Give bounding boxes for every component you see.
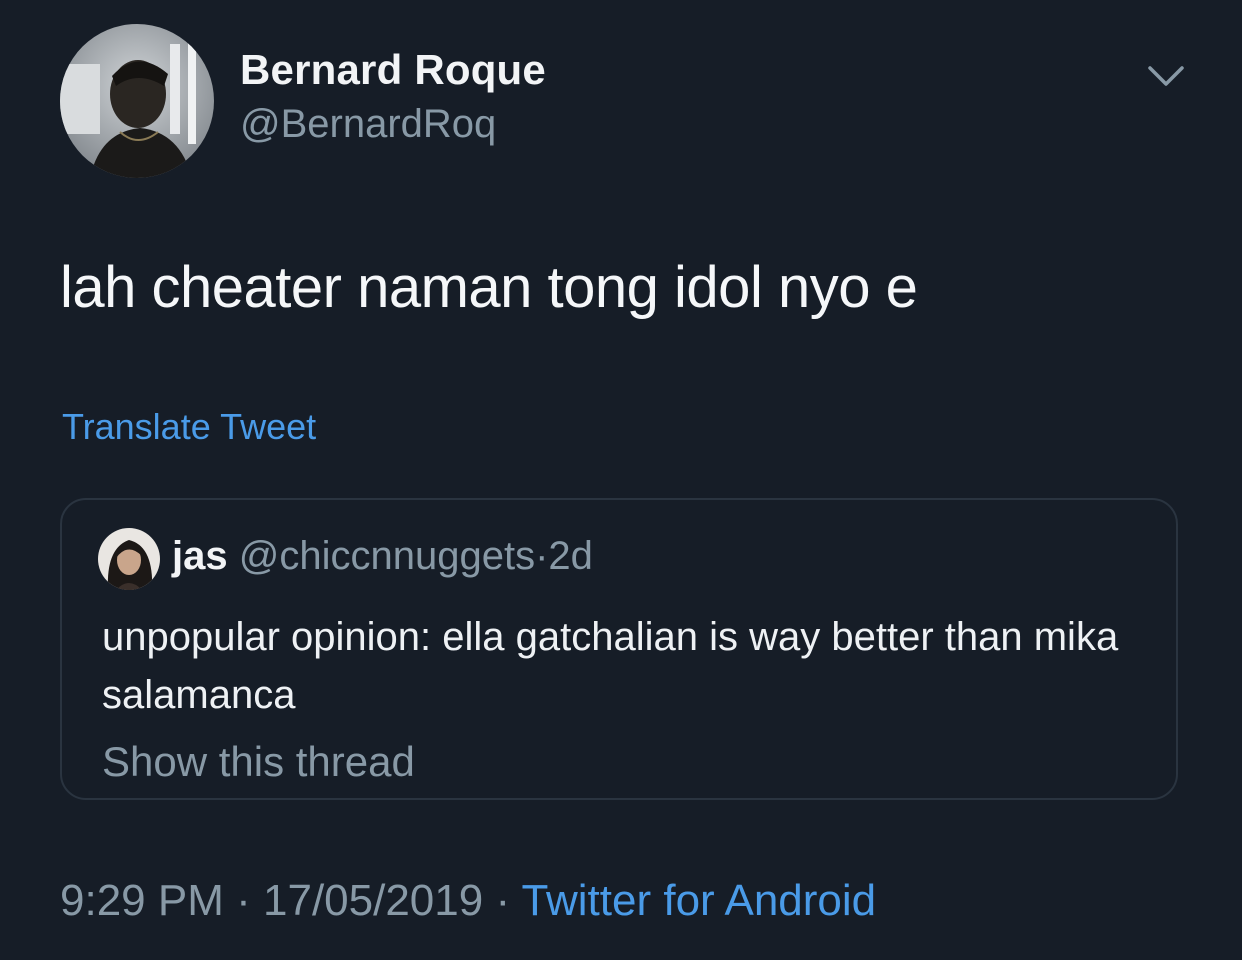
- quoted-tweet-card[interactable]: jas @chiccnnuggets·2d unpopular opinion:…: [60, 498, 1178, 800]
- profile-photo-icon: [98, 528, 160, 590]
- tweet-date: 17/05/2019: [263, 876, 484, 925]
- quoted-timestamp[interactable]: 2d: [548, 534, 593, 578]
- tweet-time: 9:29 PM: [60, 876, 224, 925]
- quoted-header: jas @chiccnnuggets·2d: [172, 534, 593, 579]
- quoted-author-avatar[interactable]: [98, 528, 160, 590]
- quoted-author-handle[interactable]: @chiccnnuggets: [239, 534, 535, 578]
- profile-photo-icon: [60, 24, 214, 178]
- separator-dot: ·: [535, 534, 549, 578]
- separator-dot: ·: [495, 876, 511, 925]
- tweet-meta: 9:29 PM · 17/05/2019 · Twitter for Andro…: [60, 876, 876, 926]
- chevron-down-icon[interactable]: [1142, 56, 1190, 100]
- author-avatar[interactable]: [60, 24, 214, 178]
- tweet-text: lah cheater naman tong idol nyo e: [60, 255, 918, 320]
- quoted-tweet-text: unpopular opinion: ella gatchalian is wa…: [102, 615, 1119, 717]
- tweet-detail: Bernard Roque @BernardRoq lah cheater na…: [0, 0, 1242, 960]
- translate-tweet-link[interactable]: Translate Tweet: [62, 406, 316, 448]
- author-handle[interactable]: @BernardRoq: [240, 102, 496, 147]
- quoted-author-name[interactable]: jas: [172, 534, 228, 578]
- show-thread-link[interactable]: Show this thread: [102, 738, 415, 786]
- separator-dot: ·: [236, 876, 251, 925]
- tweet-source-link[interactable]: Twitter for Android: [522, 876, 877, 925]
- author-name[interactable]: Bernard Roque: [240, 46, 546, 94]
